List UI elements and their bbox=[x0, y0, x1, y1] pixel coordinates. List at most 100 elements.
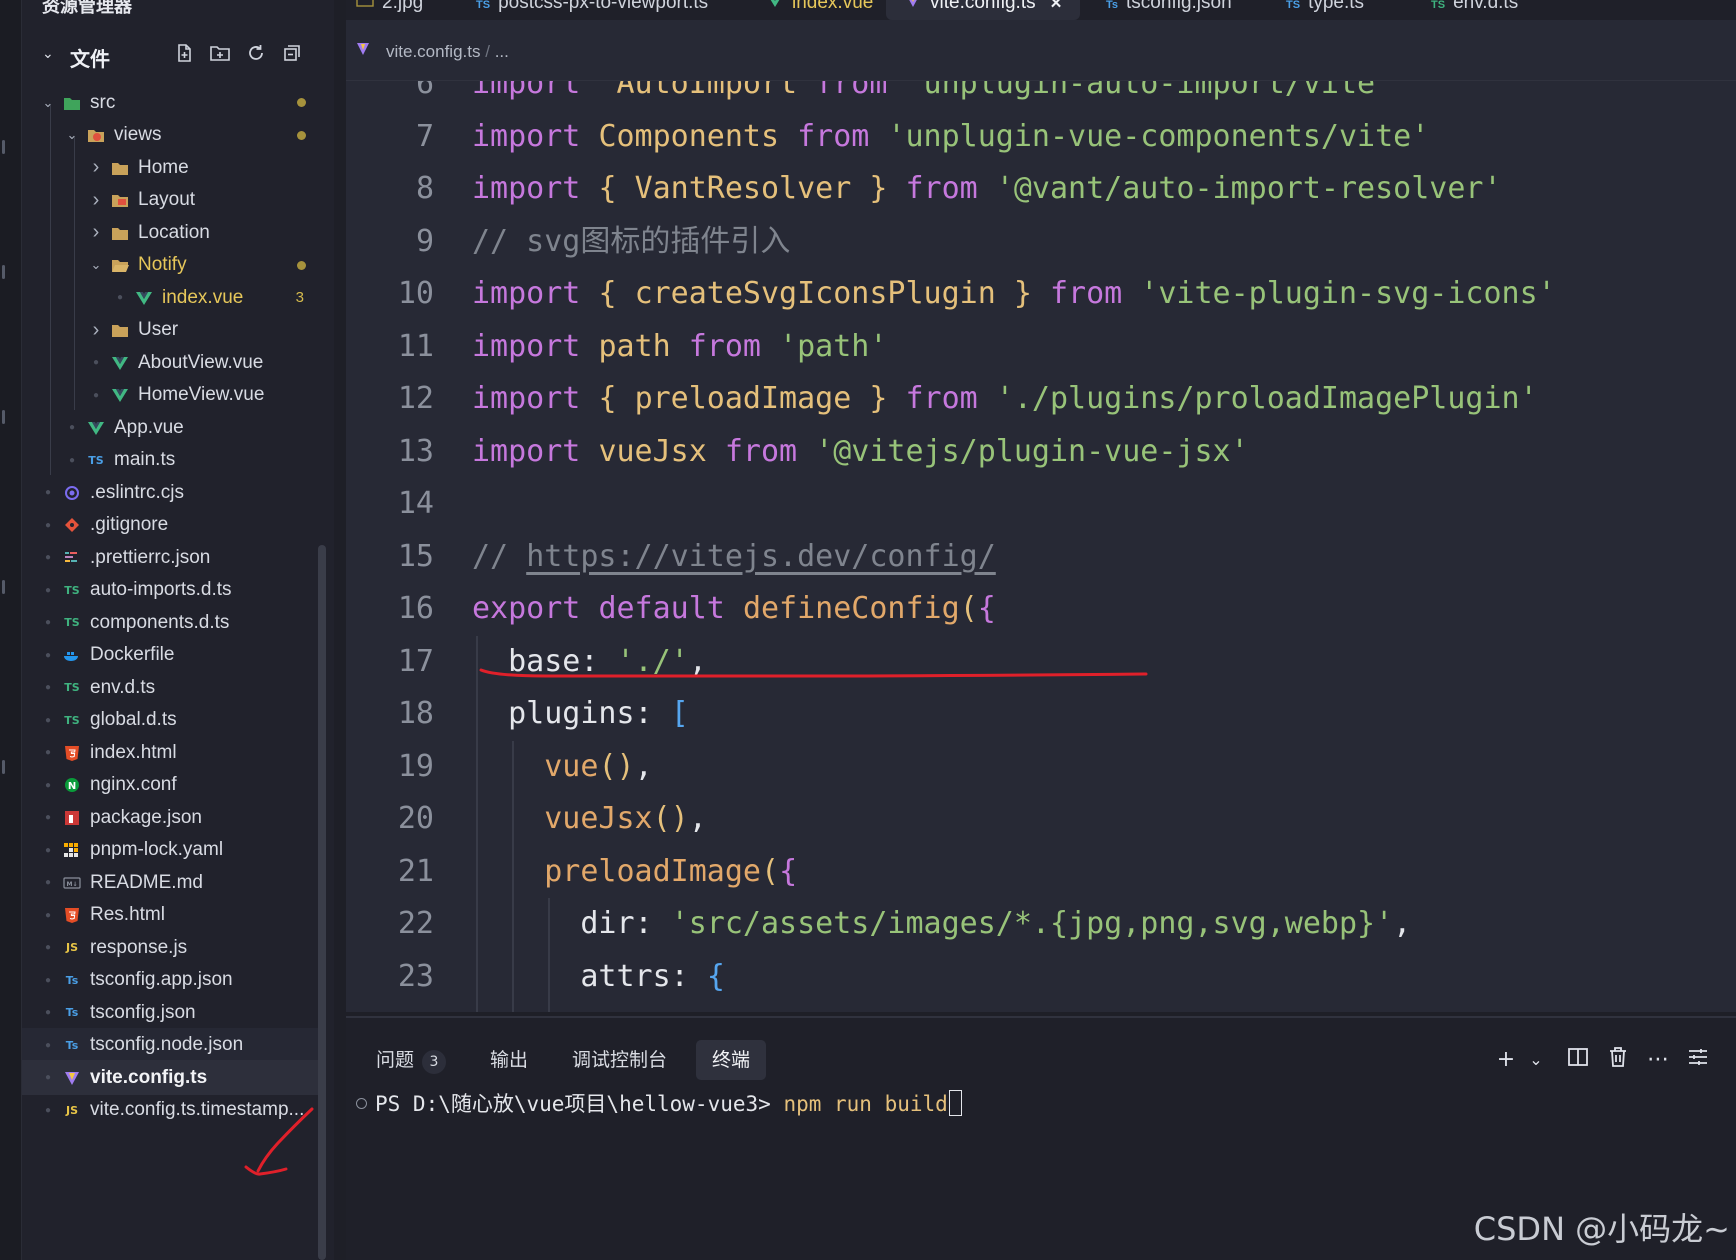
tree-folder[interactable]: ⌄ Notify bbox=[22, 248, 326, 283]
tree-file[interactable]: ● index.html bbox=[22, 735, 326, 770]
tree-file[interactable]: ● .gitignore bbox=[22, 508, 326, 543]
activity-bar bbox=[0, 0, 22, 1260]
terminal-status-icon bbox=[356, 1098, 367, 1109]
js-icon: JS bbox=[65, 1103, 78, 1117]
explorer-title: 资源管理器 bbox=[42, 0, 132, 17]
tree-item-label: Dockerfile bbox=[90, 644, 175, 665]
tree-folder[interactable]: › Location bbox=[22, 215, 326, 250]
tree-item-label: tsconfig.node.json bbox=[90, 1034, 244, 1055]
file-dot-icon: ● bbox=[44, 1104, 52, 1116]
layout-folder-icon bbox=[110, 190, 130, 210]
tree-item-label: global.d.ts bbox=[90, 709, 177, 730]
trash-icon[interactable] bbox=[1604, 1046, 1632, 1074]
terminal-command: npm run build bbox=[783, 1092, 948, 1116]
tree-item-label: Layout bbox=[138, 189, 196, 210]
ts-def-icon: TS bbox=[64, 713, 80, 727]
tree-file[interactable]: ● vite.config.ts bbox=[22, 1060, 326, 1095]
tree-file[interactable]: ● Res.html bbox=[22, 898, 326, 933]
chevron-right-icon: › bbox=[92, 221, 100, 243]
file-dot-icon: ● bbox=[44, 844, 52, 856]
tree-folder[interactable]: › User bbox=[22, 313, 326, 348]
panel-tab[interactable]: 调试控制台 bbox=[572, 1040, 667, 1080]
folder-icon bbox=[110, 223, 130, 243]
more-icon[interactable]: ⋯ bbox=[1644, 1046, 1672, 1074]
file-dot-icon: ● bbox=[44, 779, 52, 791]
panel-tab-label: 调试控制台 bbox=[572, 1049, 668, 1071]
new-file-icon[interactable] bbox=[172, 43, 196, 67]
tree-file[interactable]: ● TS auto-imports.d.ts bbox=[22, 573, 326, 608]
tree-item-label: vite.config.ts bbox=[90, 1066, 208, 1088]
add-terminal-icon[interactable]: + bbox=[1492, 1046, 1520, 1074]
tree-file[interactable]: ● JS response.js bbox=[22, 930, 326, 965]
tree-folder[interactable]: ⌄ views bbox=[22, 118, 326, 153]
tree-file[interactable]: ● TS global.d.ts bbox=[22, 703, 326, 738]
tree-folder[interactable]: › Layout bbox=[22, 183, 326, 218]
modified-dot bbox=[297, 260, 306, 270]
file-dot-icon: ● bbox=[44, 552, 52, 563]
tree-item-label: pnpm-lock.yaml bbox=[90, 839, 224, 860]
split-terminal-icon[interactable] bbox=[1564, 1046, 1592, 1074]
activity-marker bbox=[2, 140, 5, 154]
file-dot-icon: ● bbox=[44, 909, 52, 921]
tree-folder[interactable]: ⌄ src bbox=[22, 85, 326, 120]
panel-tab-label: 终端 bbox=[712, 1049, 751, 1071]
tree-item-label: README.md bbox=[90, 871, 203, 893]
panel-tab-label: 问题 bbox=[376, 1049, 415, 1071]
src-folder-icon bbox=[62, 93, 82, 113]
eslint-icon bbox=[62, 483, 82, 503]
tree-file[interactable]: ● T​s tsconfig.app.json bbox=[22, 963, 326, 998]
file-dot-icon: ● bbox=[44, 1039, 52, 1051]
panel-tab[interactable]: 终端 bbox=[696, 1040, 767, 1080]
chevron-down-icon[interactable]: ⌄ bbox=[1522, 1046, 1550, 1074]
code-editor[interactable]: 6 import AutoImport from 'unplugin-auto-i… bbox=[346, 0, 1736, 1012]
tree-item-label: User bbox=[138, 319, 179, 340]
tree-file[interactable]: ● Nnginx.conf bbox=[22, 768, 326, 803]
activity-marker bbox=[2, 580, 5, 594]
tree-item-label: nginx.conf bbox=[90, 774, 177, 795]
tree-file[interactable]: ● .prettierrc.json bbox=[22, 540, 326, 575]
terminal-output[interactable]: PS D:\随心放\vue项目\hellow-vue3> npm run bui… bbox=[356, 1088, 962, 1118]
panel-settings-icon[interactable] bbox=[1684, 1046, 1712, 1074]
tree-file[interactable]: ● AboutView.vue bbox=[22, 345, 326, 380]
tree-file[interactable]: ● M↓ README.md bbox=[22, 865, 326, 900]
tree-file[interactable]: ● pnpm-lock.yaml bbox=[22, 833, 326, 868]
tree-file[interactable]: ● T​s tsconfig.json bbox=[22, 995, 326, 1030]
terminal-prompt: PS D:\随心放\vue项目\hellow-vue3> bbox=[375, 1092, 784, 1116]
html-icon bbox=[62, 743, 82, 763]
tree-item-label: Location bbox=[138, 221, 210, 243]
file-dot-icon: ● bbox=[44, 487, 52, 498]
collapse-all-icon[interactable] bbox=[280, 43, 304, 67]
file-dot-icon: ● bbox=[44, 682, 52, 693]
chevron-down-icon[interactable]: ⌄ bbox=[42, 46, 54, 62]
tree-file[interactable]: ● T​s tsconfig.node.json bbox=[22, 1027, 326, 1063]
file-dot-icon: ● bbox=[44, 942, 52, 953]
indent-guide bbox=[74, 137, 75, 410]
tree-folder[interactable]: › Home bbox=[22, 150, 326, 185]
tree-file[interactable]: ● index.vue 3 bbox=[22, 280, 326, 315]
tree-item-label: main.ts bbox=[114, 449, 176, 470]
tree-file[interactable]: ● TS main.ts bbox=[22, 443, 326, 478]
tree-file[interactable]: ● .eslintrc.cjs bbox=[22, 475, 326, 510]
tree-file[interactable]: ● App.vue bbox=[22, 410, 326, 445]
files-section-header[interactable]: ⌄ 文件 bbox=[22, 38, 334, 74]
tree-file[interactable]: ● TS env.d.ts bbox=[22, 670, 326, 705]
ts-def-icon: TS bbox=[64, 583, 80, 597]
red-underline-annotation bbox=[479, 668, 1148, 678]
ts-def-icon: TS bbox=[64, 616, 80, 629]
tree-file[interactable]: ● package.json bbox=[22, 800, 326, 835]
tree-file[interactable]: ● TS components.d.ts bbox=[22, 605, 326, 640]
tree-file[interactable]: ● HomeView.vue bbox=[22, 378, 326, 413]
file-dot-icon: ● bbox=[44, 747, 52, 758]
folder-open-icon bbox=[110, 255, 130, 275]
tree-item-label: .eslintrc.cjs bbox=[90, 481, 184, 503]
panel-tab[interactable]: 输出 bbox=[490, 1040, 528, 1080]
tree-file[interactable]: ● Dockerfile bbox=[22, 638, 326, 673]
refresh-icon[interactable] bbox=[244, 43, 268, 67]
file-dot-icon: ● bbox=[44, 1072, 52, 1083]
new-folder-icon[interactable] bbox=[208, 43, 232, 67]
panel-tab[interactable]: 问题 3 bbox=[376, 1040, 447, 1080]
file-dot-icon: ● bbox=[44, 649, 52, 661]
tree-item-label: auto-imports.d.ts bbox=[90, 579, 232, 600]
file-dot-icon: ● bbox=[44, 974, 52, 986]
tree-item-label: src bbox=[90, 91, 116, 113]
